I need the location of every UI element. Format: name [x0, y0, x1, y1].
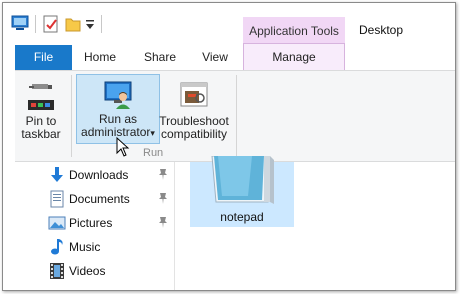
- ribbon-separator: [71, 75, 72, 157]
- run-as-label-line1: Run as: [98, 112, 138, 126]
- nav-label: Videos: [69, 264, 106, 278]
- troubleshoot-label-line1: Troubleshoot: [159, 114, 229, 128]
- troubleshoot-compatibility-button[interactable]: Troubleshoot compatibility: [159, 74, 229, 144]
- tab-view[interactable]: View: [193, 45, 237, 70]
- pane-divider[interactable]: [174, 162, 175, 290]
- nav-item-pictures[interactable]: Pictures: [48, 212, 173, 234]
- nav-item-music[interactable]: Music: [48, 236, 173, 258]
- run-as-admin-icon: [103, 80, 135, 113]
- pin-icon[interactable]: [158, 192, 168, 207]
- notepad-icon: [208, 155, 278, 211]
- ribbon-separator-2: [236, 75, 237, 157]
- mouse-cursor-icon: [116, 136, 130, 160]
- pin-label-line1: Pin to: [25, 114, 57, 128]
- properties-icon[interactable]: [43, 15, 59, 36]
- file-name: notepad: [220, 210, 264, 224]
- tab-share[interactable]: Share: [136, 45, 184, 70]
- documents-icon: [48, 190, 66, 208]
- pictures-icon: [48, 214, 66, 232]
- navigation-pane: Downloads Documents Pictures Music Video…: [15, 162, 175, 290]
- nav-item-downloads[interactable]: Downloads: [48, 164, 173, 186]
- application-tools-label: Application Tools: [243, 17, 345, 45]
- title-divider-2: [101, 15, 102, 33]
- tab-manage[interactable]: Manage: [243, 43, 345, 70]
- ribbon-panel: Pin to taskbar Run as administrator▾ Tro…: [15, 70, 455, 162]
- window-icon[interactable]: [11, 15, 29, 34]
- tab-home[interactable]: Home: [75, 45, 125, 70]
- pin-icon[interactable]: [158, 216, 168, 231]
- pin-icon[interactable]: [158, 168, 168, 183]
- nav-label: Documents: [69, 192, 130, 206]
- nav-item-videos[interactable]: Videos: [48, 260, 173, 282]
- troubleshoot-icon: [180, 81, 208, 112]
- file-item-notepad[interactable]: notepad: [190, 155, 294, 227]
- title-divider: [35, 15, 36, 33]
- music-icon: [48, 238, 66, 256]
- run-as-dropdown-arrow[interactable]: ▾: [150, 128, 155, 138]
- downloads-icon: [48, 166, 66, 184]
- pin-taskbar-icon: [27, 82, 55, 115]
- pin-to-taskbar-button[interactable]: Pin to taskbar: [15, 74, 67, 144]
- explorer-window: Application Tools Desktop File Home Shar…: [2, 2, 456, 291]
- videos-icon: [48, 262, 66, 280]
- window-title: Desktop: [359, 23, 404, 37]
- nav-label: Pictures: [69, 216, 113, 230]
- new-folder-icon[interactable]: [65, 15, 81, 36]
- run-group-label: Run: [143, 147, 164, 159]
- customize-toolbar-icon[interactable]: [85, 19, 95, 34]
- nav-item-documents[interactable]: Documents: [48, 188, 173, 210]
- title-bar: Application Tools Desktop: [3, 3, 455, 45]
- nav-label: Downloads: [69, 168, 129, 182]
- troubleshoot-label-line2: compatibility: [160, 127, 228, 141]
- pin-label-line2: taskbar: [21, 127, 61, 141]
- nav-label: Music: [69, 240, 101, 254]
- tab-file[interactable]: File: [15, 45, 72, 70]
- ribbon-tabs: File Home Share View Manage: [3, 43, 455, 70]
- run-as-administrator-button[interactable]: Run as administrator▾: [76, 74, 160, 144]
